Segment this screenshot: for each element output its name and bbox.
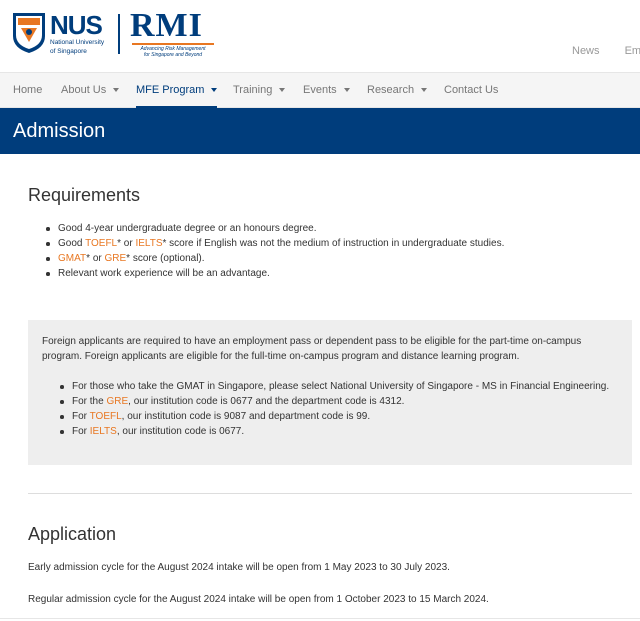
site-header: NUS National University of Singapore RMI… <box>0 0 640 72</box>
gre-link[interactable]: GRE <box>105 253 127 264</box>
foreign-applicants-list: For those who take the GMAT in Singapore… <box>58 379 628 439</box>
rmi-logo[interactable]: RMI <box>130 9 203 43</box>
nus-crest-icon[interactable] <box>12 12 46 54</box>
regular-admission-text: Regular admission cycle for the August 2… <box>28 594 489 605</box>
info-text: , our institution code is 0677. <box>116 426 245 437</box>
requirement-text: * or <box>117 238 136 249</box>
page-title-band: Admission <box>0 108 640 154</box>
foreign-applicants-paragraph: Foreign applicants are required to have … <box>42 336 582 362</box>
caret-down-icon <box>279 88 286 93</box>
list-item: For TOEFL, our institution code is 9087 … <box>58 409 628 424</box>
top-links: News Ema <box>572 45 640 57</box>
nav-item-home[interactable]: Home <box>13 73 42 108</box>
info-text: For <box>72 411 90 422</box>
info-text: For the <box>72 396 107 407</box>
requirements-heading: Requirements <box>28 185 141 205</box>
section-divider <box>28 493 632 494</box>
nav-item-contact-us[interactable]: Contact Us <box>444 73 498 108</box>
nav-item-label: Research <box>367 84 415 96</box>
footer-divider <box>0 618 640 619</box>
nus-subtitle-line1: National University <box>50 39 105 46</box>
gre-link[interactable]: GRE <box>106 396 128 407</box>
requirement-text: * score (optional). <box>126 253 205 264</box>
nav-item-label: Training <box>233 84 273 96</box>
list-item: GMAT* or GRE* score (optional). <box>44 251 624 266</box>
logo-divider <box>118 14 120 54</box>
caret-down-icon <box>343 88 350 93</box>
list-item: For those who take the GMAT in Singapore… <box>58 379 628 394</box>
requirements-list: Good 4-year undergraduate degree or an h… <box>44 221 624 281</box>
nus-subtitle-line2: of Singapore <box>50 48 87 55</box>
nus-wordmark: NUS <box>50 10 103 40</box>
list-item: Relevant work experience will be an adva… <box>44 266 624 281</box>
requirement-text: Relevant work experience will be an adva… <box>58 268 270 279</box>
nav-item-label: Contact Us <box>444 84 499 96</box>
page-title: Admission <box>13 120 106 142</box>
ielts-link[interactable]: IELTS <box>135 238 162 249</box>
top-link-email[interactable]: Ema <box>625 45 640 57</box>
info-text: For <box>72 426 90 437</box>
rmi-tagline: Advancing Risk Management for Singapore … <box>132 43 214 58</box>
nav-item-training[interactable]: Training <box>233 73 286 108</box>
nav-item-mfe-program[interactable]: MFE Program <box>136 73 218 108</box>
requirement-text: * score if English was not the medium of… <box>162 238 505 249</box>
nus-logo[interactable]: NUS National University of Singapore <box>50 12 104 56</box>
top-link-news[interactable]: News <box>572 45 600 57</box>
nav-item-label: Home <box>13 84 43 96</box>
rmi-tagline-line2: for Singapore and Beyond <box>143 52 203 58</box>
caret-down-icon <box>211 88 218 93</box>
caret-down-icon <box>421 88 428 93</box>
toefl-link[interactable]: TOEFL <box>85 238 117 249</box>
list-item: For IELTS, our institution code is 0677. <box>58 424 628 439</box>
info-text: , our institution code is 9087 and depar… <box>121 411 371 422</box>
early-admission-text: Early admission cycle for the August 202… <box>28 562 450 573</box>
nav-item-label: MFE Program <box>136 84 205 96</box>
nav-item-label: Events <box>303 84 337 96</box>
list-item: Good 4-year undergraduate degree or an h… <box>44 221 624 236</box>
requirement-text: Good 4-year undergraduate degree or an h… <box>58 223 317 234</box>
info-text: , our institution code is 0677 and the d… <box>128 396 405 407</box>
application-heading: Application <box>28 524 117 544</box>
caret-down-icon <box>113 88 120 93</box>
toefl-link[interactable]: TOEFL <box>90 411 122 422</box>
gmat-link[interactable]: GMAT <box>58 253 86 264</box>
nav-item-label: About Us <box>61 84 107 96</box>
foreign-applicants-box: Foreign applicants are required to have … <box>28 320 632 465</box>
nav-item-about-us[interactable]: About Us <box>61 73 120 108</box>
list-item: For the GRE, our institution code is 067… <box>58 394 628 409</box>
nav-item-research[interactable]: Research <box>367 73 428 108</box>
main-nav: Home About Us MFE Program Training Event… <box>0 72 640 108</box>
info-text: For those who take the GMAT in Singapore… <box>72 381 610 392</box>
list-item: Good TOEFL* or IELTS* score if English w… <box>44 236 624 251</box>
requirement-text: Good <box>58 238 86 249</box>
nav-item-events[interactable]: Events <box>303 73 350 108</box>
requirement-text: * or <box>86 253 105 264</box>
ielts-link[interactable]: IELTS <box>90 426 117 437</box>
